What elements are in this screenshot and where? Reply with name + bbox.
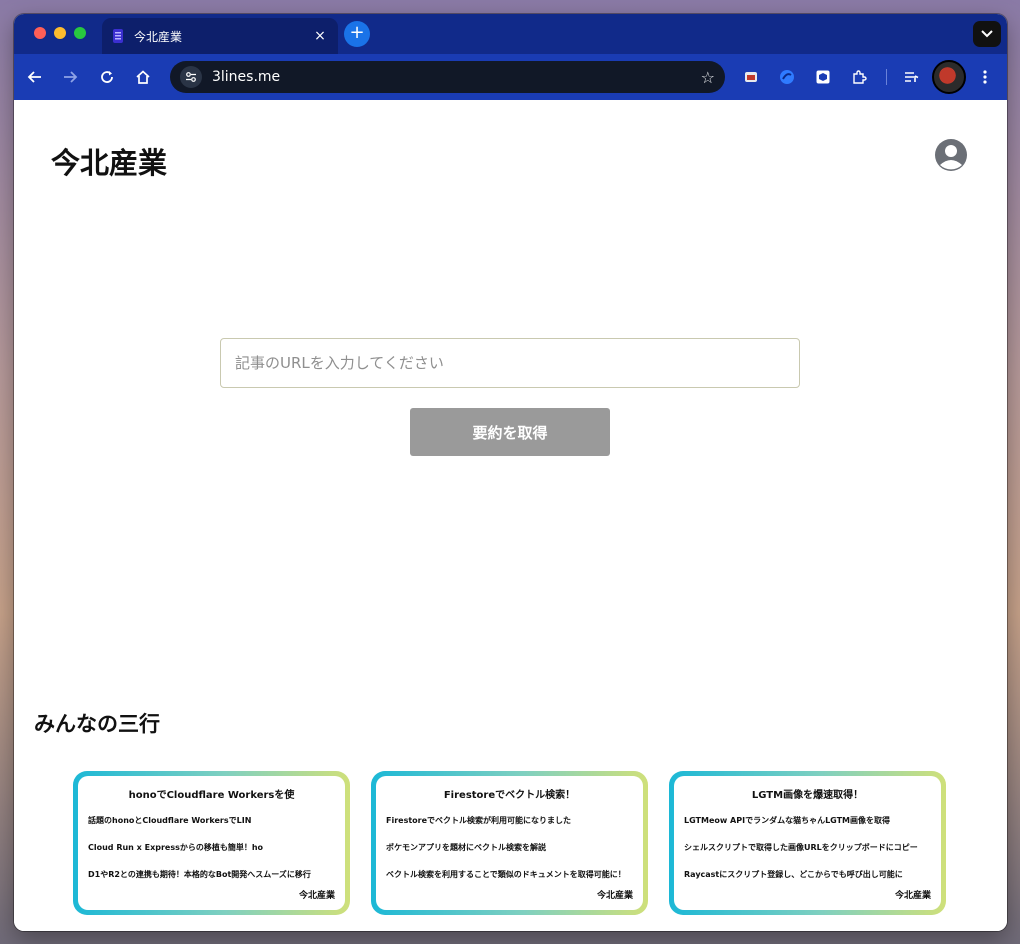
section-title: みんなの三行 (34, 712, 160, 736)
extension-blue-icon[interactable] (776, 66, 798, 88)
summary-card[interactable]: honoでCloudflare Workersを使 話題のhonoとCloudf… (73, 771, 350, 915)
page-content: 今北産業 要約を取得 みんなの三行 honoでCloudflare Worker… (14, 100, 1007, 931)
browser-toolbar: 3lines.me ☆ (14, 54, 1007, 100)
minimize-window-button[interactable] (54, 27, 66, 39)
site-title[interactable]: 今北産業 (51, 140, 167, 182)
more-menu-icon[interactable] (974, 66, 996, 88)
toolbar-separator (886, 69, 887, 85)
account-circle-icon[interactable] (934, 138, 968, 172)
tab-strip: 今北産業 × + (14, 14, 1007, 54)
reload-icon[interactable] (96, 66, 118, 88)
address-bar[interactable]: 3lines.me ☆ (170, 61, 725, 93)
card-author: 今北産業 (298, 891, 335, 901)
chevron-down-icon (981, 30, 993, 38)
card-author: 今北産業 (596, 891, 633, 901)
extension-red-icon[interactable] (740, 66, 762, 88)
maximize-window-button[interactable] (74, 27, 86, 39)
card-author: 今北産業 (894, 891, 931, 901)
summary-cards: honoでCloudflare Workersを使 話題のhonoとCloudf… (73, 771, 948, 915)
extension-icon[interactable] (848, 66, 870, 88)
home-icon[interactable] (132, 66, 154, 88)
close-window-button[interactable] (34, 27, 46, 39)
reading-list-icon[interactable] (900, 66, 922, 88)
browser-window: 今北産業 × + 3lines.me ☆ 今北産業 記事のURLを入力してくださ… (14, 14, 1007, 931)
new-tab-button[interactable]: + (344, 21, 370, 47)
summary-card[interactable]: LGTM画像を爆速取得！ LGTMeow APIでランダムな猫ちゃんLGTM画像… (669, 771, 946, 915)
site-settings-icon[interactable] (180, 66, 202, 88)
site-favicon-icon (112, 28, 124, 44)
card-line: LGTMeow APIでランダムな猫ちゃんLGTM画像を取得 (684, 816, 891, 825)
bookmark-star-icon[interactable]: ☆ (701, 68, 715, 87)
card-line: Cloud Run x Expressからの移植も簡単！ho (88, 843, 264, 852)
card-line: Raycastにスクリプト登録し、どこからでも呼び出し可能に (684, 870, 903, 879)
extension-cube-icon[interactable] (812, 66, 834, 88)
card-title: honoでCloudflare Workersを使 (128, 790, 295, 801)
card-line: シェルスクリプトで取得した画像URLをクリップボードにコピー (684, 843, 918, 852)
card-line: Firestoreでベクトル検索が利用可能になりました (386, 816, 572, 825)
get-summary-button[interactable]: 要約を取得 (410, 408, 610, 456)
tab-close-icon[interactable]: × (312, 28, 328, 44)
url-text: 3lines.me (212, 69, 281, 85)
summary-card[interactable]: Firestoreでベクトル検索！ Firestoreでベクトル検索が利用可能に… (371, 771, 648, 915)
tab-title: 今北産業 (134, 29, 183, 44)
tab-search-button[interactable] (973, 21, 1001, 47)
card-title: Firestoreでベクトル検索！ (443, 790, 576, 801)
forward-icon[interactable] (59, 66, 81, 88)
card-line: 話題のhonoとCloudflare WorkersでLIN (88, 816, 252, 825)
tab-active[interactable]: 今北産業 × (102, 18, 338, 54)
card-line: ポケモンアプリを題材にベクトル検索を解説 (386, 843, 546, 852)
card-line: D1やR2との連携も期待！本格的なBot開発へスムーズに移行 (88, 870, 311, 879)
card-line: ベクトル検索を利用することで類似のドキュメントを取得可能に！ (386, 870, 626, 879)
back-icon[interactable] (24, 66, 46, 88)
article-url-input[interactable] (220, 338, 800, 388)
profile-avatar[interactable] (932, 60, 966, 94)
card-title: LGTM画像を爆速取得！ (751, 790, 864, 801)
